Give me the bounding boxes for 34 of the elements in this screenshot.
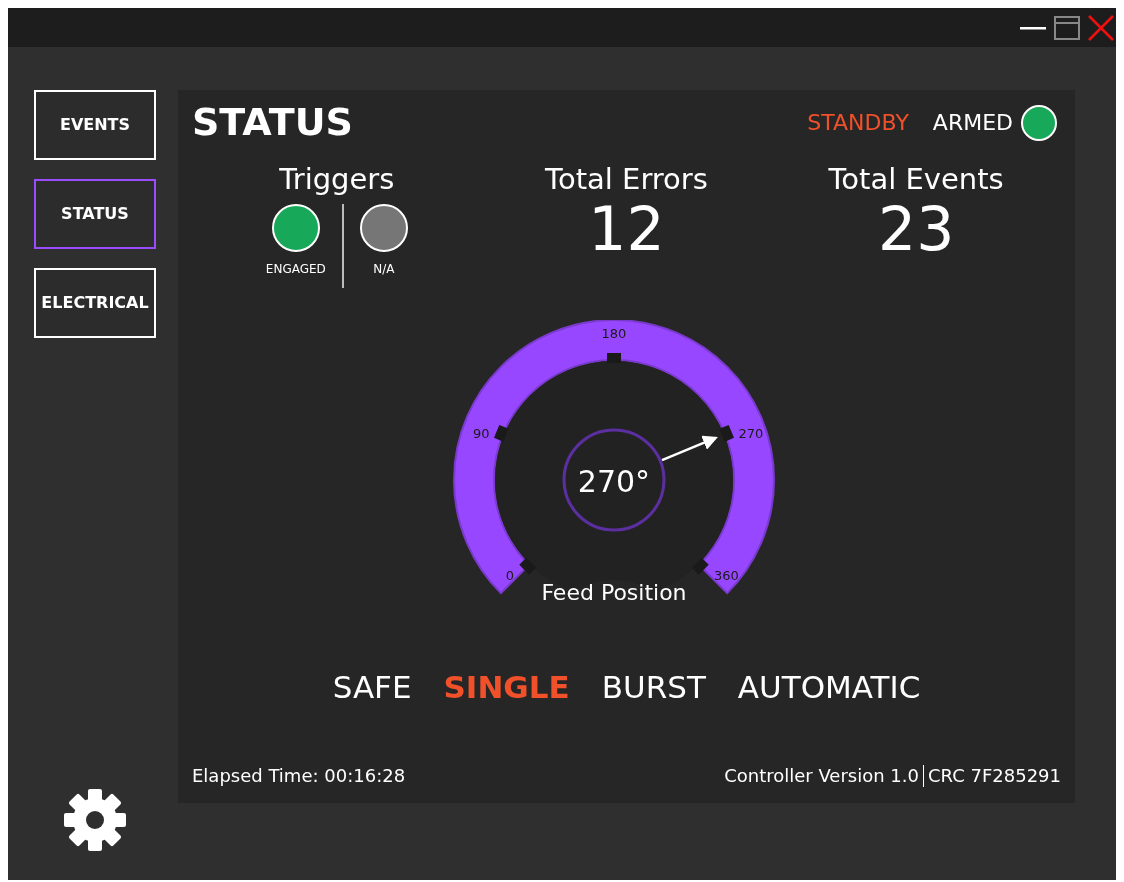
elapsed-time: Elapsed Time: 00:16:28 (192, 764, 406, 788)
stat-label: Total Events (828, 161, 1004, 197)
nav-button[interactable]: STATUS (34, 179, 156, 249)
page-title: STATUS (192, 100, 353, 146)
tick-label: 180 (601, 325, 626, 341)
tick-mark (691, 557, 709, 575)
stat-label: Total Errors (545, 161, 708, 197)
fire-mode-option[interactable]: SINGLE (443, 663, 570, 710)
trigger-label: ENGAGED (265, 261, 326, 279)
nav-button[interactable]: EVENTS (34, 90, 156, 160)
position-reading: 270° (577, 463, 650, 499)
gauge-label: Feed Position (540, 579, 687, 605)
fire-mode-option[interactable]: AUTOMATIC (737, 663, 921, 710)
tick-label: 90 (472, 425, 489, 441)
tick-mark (518, 557, 536, 575)
tick-label: 270 (738, 425, 763, 441)
standby-status: STANDBY (807, 109, 909, 138)
tick-label: 360 (713, 567, 739, 583)
fire-mode-option[interactable]: SAFE (332, 663, 412, 710)
controller-version: Controller Version 1.0 (724, 764, 919, 788)
trigger-label: N/A (373, 261, 395, 279)
triggers-heading: Triggers (279, 161, 395, 197)
crc-code: CRC 7F285291 (928, 764, 1061, 788)
needle-arrow (661, 435, 718, 461)
close-icon[interactable] (1088, 14, 1114, 41)
armed-label: ARMED (932, 109, 1013, 138)
nav-button[interactable]: ELECTRICAL (34, 268, 156, 338)
maximize-icon[interactable] (1054, 15, 1080, 40)
settings-icon[interactable] (63, 788, 127, 852)
tick-label: 0 (505, 567, 514, 583)
fire-mode-option[interactable]: BURST (601, 663, 706, 710)
stat-value: 23 (877, 196, 955, 263)
stat-value: 12 (588, 196, 665, 263)
minimize-icon[interactable] (1020, 25, 1046, 30)
